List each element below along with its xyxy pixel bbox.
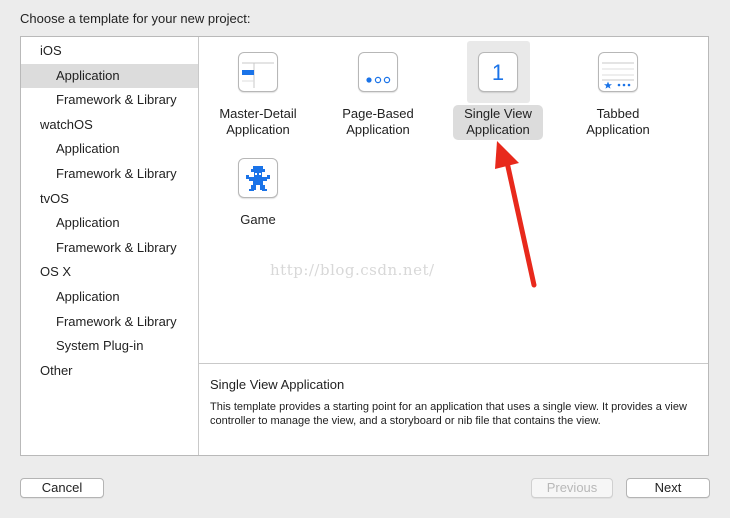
template-label-line: Single View [464, 106, 532, 121]
sidebar-item-watchos-application[interactable]: Application [21, 137, 198, 162]
template-tabbed[interactable]: Tabbed Application [559, 37, 659, 137]
template-label: Page-Based Application [319, 106, 437, 138]
description-title: Single View Application [210, 377, 345, 392]
template-single-view[interactable]: 1 Single View Application [439, 37, 539, 137]
single-view-icon: 1 [478, 52, 518, 92]
sidebar-item-osx-framework[interactable]: Framework & Library [21, 310, 198, 335]
template-grid: Master-Detail Application Page-Based App… [199, 37, 708, 364]
previous-button[interactable]: Previous [531, 478, 613, 498]
game-icon [238, 158, 278, 198]
description-body: This template provides a starting point … [210, 401, 687, 427]
sidebar-item-ios[interactable]: iOS [21, 39, 198, 64]
template-label: Single View Application [439, 106, 557, 138]
single-view-glyph: 1 [492, 60, 504, 85]
template-game[interactable]: Game [199, 143, 299, 243]
sidebar-item-ios-framework[interactable]: Framework & Library [21, 88, 198, 113]
template-master-detail[interactable]: Master-Detail Application [199, 37, 299, 137]
template-label-line: Page-Based [342, 106, 414, 121]
platform-sidebar: iOS Application Framework & Library watc… [21, 37, 199, 455]
sidebar-item-tvos-framework[interactable]: Framework & Library [21, 236, 198, 261]
template-label-line: Application [586, 122, 650, 137]
sidebar-item-osx-system-plugin[interactable]: System Plug-in [21, 334, 198, 359]
template-label-line: Tabbed [596, 106, 640, 121]
sidebar-item-other[interactable]: Other [21, 359, 198, 384]
sidebar-item-watchos-framework[interactable]: Framework & Library [21, 162, 198, 187]
template-page-based[interactable]: Page-Based Application [319, 37, 419, 137]
watermark-text: http://blog.csdn.net/ [270, 261, 435, 279]
red-arrow-annotation [495, 141, 537, 288]
template-label: Tabbed Application [559, 106, 677, 138]
master-detail-icon [238, 52, 278, 92]
template-chooser-panel: iOS Application Framework & Library watc… [20, 36, 709, 456]
template-label-line: Game [240, 212, 276, 227]
sidebar-item-ios-application[interactable]: Application [21, 63, 198, 89]
dialog-title: Choose a template for your new project: [20, 11, 251, 26]
sidebar-item-tvos-application[interactable]: Application [21, 211, 198, 236]
sidebar-item-watchos[interactable]: watchOS [21, 113, 198, 138]
sidebar-item-tvos[interactable]: tvOS [21, 187, 198, 212]
template-label-line: Application [346, 122, 410, 137]
cancel-button[interactable]: Cancel [20, 478, 104, 498]
template-label-line: Master-Detail [219, 106, 297, 121]
template-content: Master-Detail Application Page-Based App… [199, 37, 708, 455]
sidebar-item-osx-application[interactable]: Application [21, 285, 198, 310]
tabbed-icon [598, 52, 638, 92]
next-button[interactable]: Next [626, 478, 710, 498]
template-label: Master-Detail Application [199, 106, 317, 138]
template-label: Game [199, 212, 317, 228]
template-label-line: Application [226, 122, 290, 137]
sidebar-item-osx[interactable]: OS X [21, 260, 198, 285]
page-based-icon [358, 52, 398, 92]
description-pane: Single View Application This template pr… [199, 364, 708, 455]
